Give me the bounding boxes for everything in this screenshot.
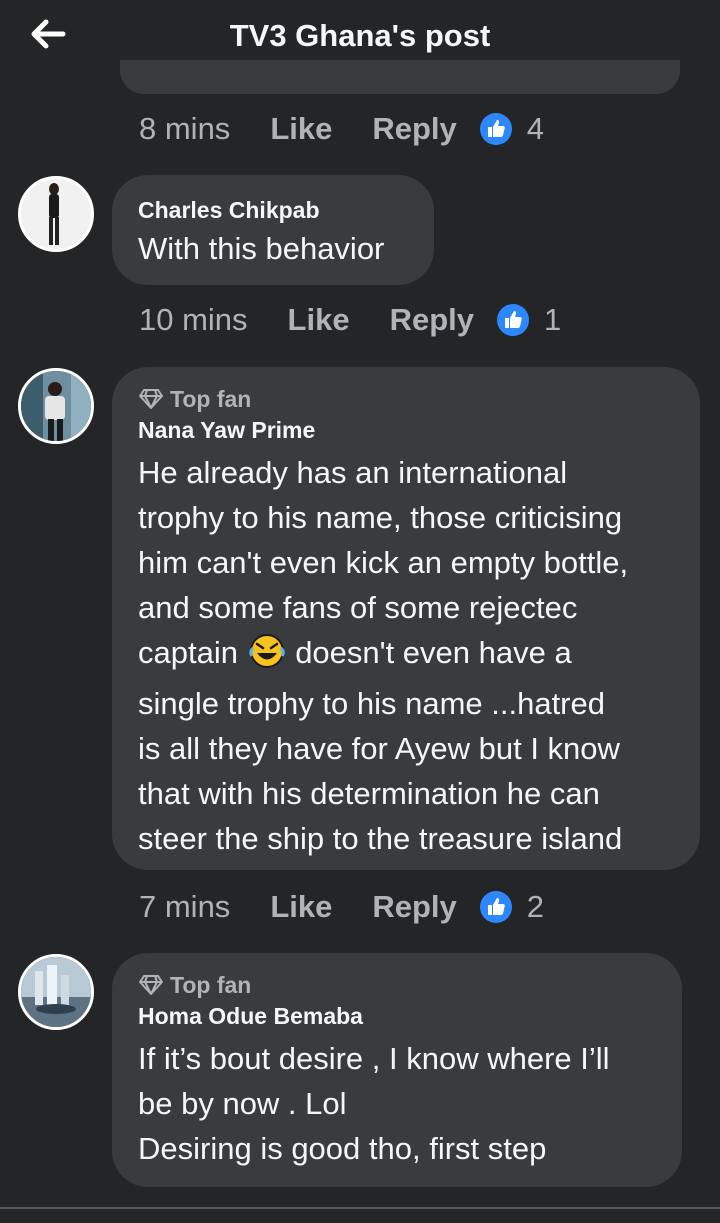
comment-author[interactable]: Nana Yaw Prime bbox=[138, 414, 674, 446]
avatar[interactable] bbox=[18, 176, 94, 252]
rolling-laughing-emoji-icon bbox=[247, 633, 287, 681]
like-button[interactable]: Like bbox=[270, 111, 332, 147]
comment-bubble: Top fan Nana Yaw Prime He already has an… bbox=[112, 367, 700, 870]
top-fan-label: Top fan bbox=[170, 385, 252, 412]
like-reaction-icon bbox=[496, 303, 530, 337]
comment-time: 7 mins bbox=[139, 889, 231, 924]
comment-author[interactable]: Charles Chikpab bbox=[138, 194, 408, 226]
comment-actions: 8 mins Like Reply 4 bbox=[139, 109, 544, 149]
comment-text: He already has an international trophy t… bbox=[138, 450, 674, 861]
comment-text: With this behavior bbox=[138, 231, 385, 266]
comment-author[interactable]: Homa Odue Bemaba bbox=[138, 1000, 656, 1032]
reply-button[interactable]: Reply bbox=[372, 111, 456, 147]
avatar[interactable] bbox=[18, 368, 94, 444]
avatar[interactable] bbox=[18, 954, 94, 1030]
comment-time: 10 mins bbox=[139, 302, 248, 337]
previous-comment-bubble bbox=[120, 60, 680, 94]
comment-time: 8 mins bbox=[139, 111, 231, 146]
reply-button[interactable]: Reply bbox=[390, 302, 474, 338]
reaction-count: 2 bbox=[526, 889, 545, 924]
comment-bubble: Charles Chikpab With this behavior bbox=[112, 175, 434, 285]
comment-text: If it’s bout desire , I know where I’ll … bbox=[138, 1041, 610, 1166]
comment-actions: 7 mins Like Reply 2 bbox=[139, 887, 544, 927]
like-reaction-icon bbox=[479, 112, 513, 146]
like-button[interactable]: Like bbox=[270, 889, 332, 925]
top-fan-badge: Top fan bbox=[138, 970, 656, 1000]
like-button[interactable]: Like bbox=[288, 302, 350, 338]
diamond-icon bbox=[139, 389, 163, 409]
reaction-count: 4 bbox=[526, 111, 545, 146]
page-title: TV3 Ghana's post bbox=[229, 18, 491, 53]
top-fan-label: Top fan bbox=[170, 971, 252, 998]
diamond-icon bbox=[139, 975, 163, 995]
top-fan-badge: Top fan bbox=[138, 384, 674, 414]
comment-bubble: Top fan Homa Odue Bemaba If it’s bout de… bbox=[112, 953, 682, 1187]
reply-button[interactable]: Reply bbox=[372, 889, 456, 925]
like-reaction-icon bbox=[479, 890, 513, 924]
comment-actions: 10 mins Like Reply 1 bbox=[139, 300, 561, 340]
reaction-count: 1 bbox=[544, 302, 562, 337]
